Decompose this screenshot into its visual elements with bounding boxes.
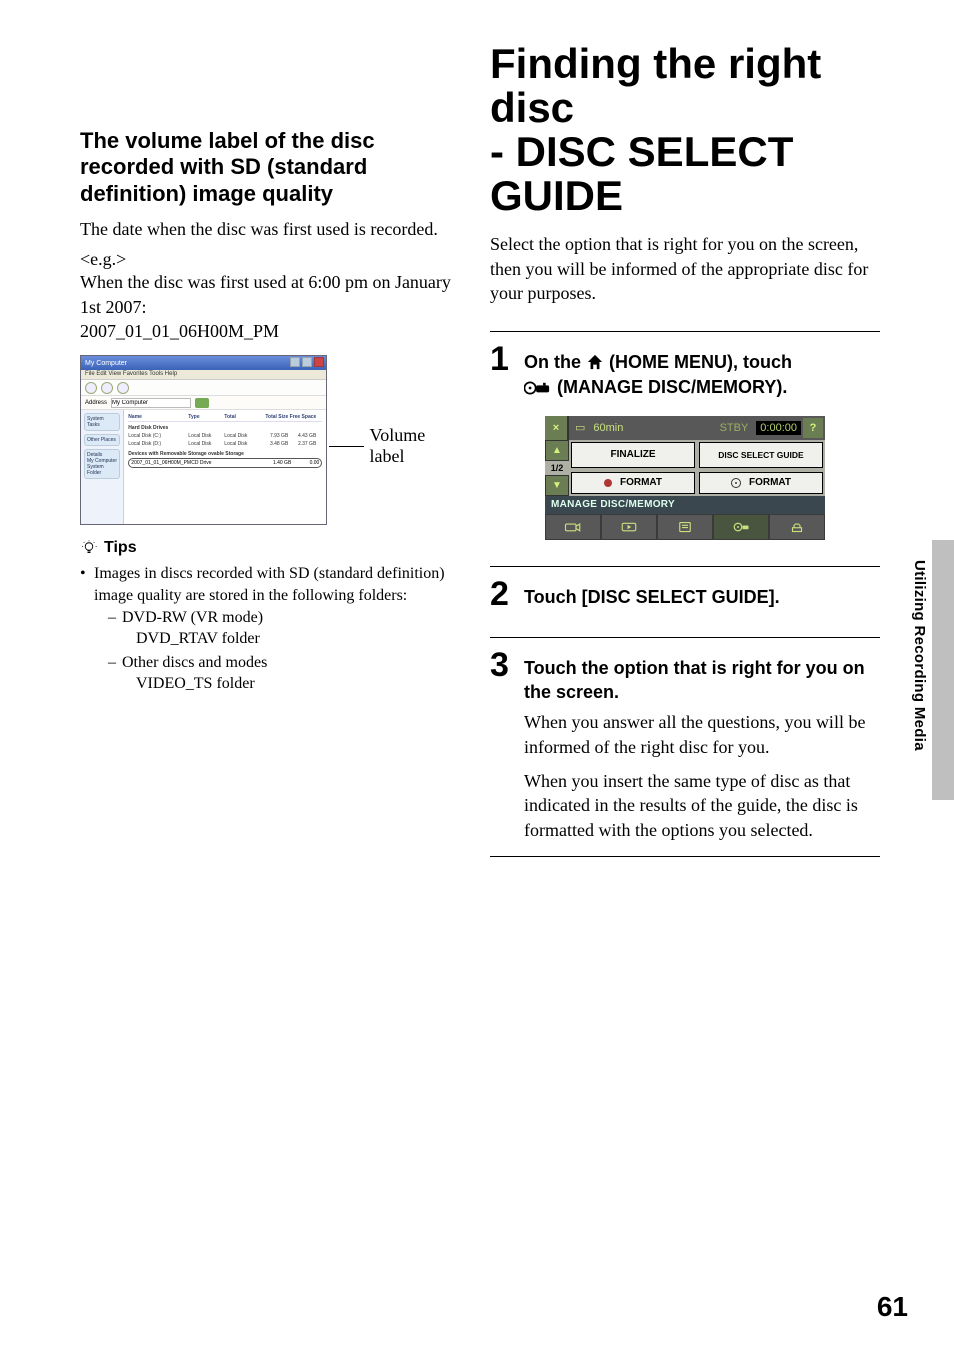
step-number-3: 3 (490, 648, 516, 682)
lcd-section-title: MANAGE DISC/MEMORY (545, 496, 825, 514)
back-icon (85, 382, 97, 394)
side-group-details: DetailsMy Computer System Folder (84, 449, 120, 479)
shot-title: My Computer (85, 360, 127, 367)
left-heading: The volume label of the disc recorded wi… (80, 128, 460, 207)
shot-address-bar: Address (81, 396, 326, 410)
step-1: 1 On the (HOME MENU), touch (MANAGE DISC… (490, 342, 880, 402)
side-tab-label: Utilizing Recording Media (911, 560, 928, 751)
lcd-tab-play[interactable] (601, 514, 657, 540)
callout-label: Volume label (370, 425, 460, 468)
shot-toolbar (81, 380, 326, 396)
step1-text-a: On the (524, 352, 586, 372)
page-number: 61 (877, 1291, 908, 1323)
left-eg: <e.g.> (80, 249, 460, 270)
close-icon (314, 357, 324, 367)
lcd-time: 0:00:00 (756, 421, 801, 435)
lcd-down-button[interactable]: ▼ (545, 475, 569, 496)
side-group-other: Other Places (84, 434, 120, 446)
addr-label: Address (85, 400, 107, 406)
step3-p1: When you answer all the questions, you w… (524, 710, 880, 759)
page-title: Finding the right disc- DISC SELECT GUID… (490, 42, 880, 218)
record-dot-icon (604, 479, 612, 487)
step-3: 3 Touch the option that is right for you… (490, 648, 880, 705)
step3-p2: When you insert the same type of disc as… (524, 769, 880, 842)
table-row: Local Disk (C:)Local DiskLocal Disk7.93 … (128, 432, 322, 440)
lcd-disc-select-guide-button[interactable]: DISC SELECT GUIDE (699, 442, 823, 468)
go-icon (195, 398, 209, 408)
shot-side-pane: System Tasks Other Places DetailsMy Comp… (81, 410, 124, 524)
lcd-page-indicator: 1/2 (545, 461, 569, 475)
fwd-icon (101, 382, 113, 394)
list-item: Images in discs recorded with SD (standa… (80, 563, 460, 695)
step1-text-b: (HOME MENU), touch (609, 352, 792, 372)
tips-list: Images in discs recorded with SD (standa… (80, 563, 460, 695)
lcd-help-button[interactable]: ? (803, 418, 823, 438)
home-icon (586, 354, 604, 370)
step3-body: When you answer all the questions, you w… (524, 710, 880, 841)
step-number-1: 1 (490, 342, 516, 376)
screenshot-wrap: My Computer File Edit View Favorites Too… (80, 355, 460, 525)
step2-text: Touch [DISC SELECT GUIDE]. (524, 577, 780, 609)
left-p2: When the disc was first used at 6:00 pm … (80, 270, 460, 319)
lcd-tab-settings[interactable] (769, 514, 825, 540)
lcd-up-button[interactable]: ▲ (545, 440, 569, 461)
step1-text-c: (MANAGE DISC/MEMORY). (557, 377, 787, 397)
volume-label-row: 2007_01_01_06H00M_PMCD Drive1.40 GB0.00 (128, 458, 322, 468)
lightbulb-icon (80, 539, 98, 557)
lcd-tab-camera[interactable] (545, 514, 601, 540)
up-icon (117, 382, 129, 394)
tips-label: Tips (104, 539, 137, 557)
shot-content: NameTypeTotalTotal SizeFree Space Hard D… (124, 410, 326, 524)
side-group-system: System Tasks (84, 413, 120, 431)
lcd-stby: STBY (720, 422, 749, 434)
list-item: Other discs and modesVIDEO_TS folder (108, 652, 460, 695)
lcd-format-disc-button[interactable]: FORMAT (571, 472, 695, 494)
side-tab (932, 540, 954, 800)
step-2: 2 Touch [DISC SELECT GUIDE]. (490, 577, 880, 611)
tips-heading: Tips (80, 539, 460, 557)
intro-text: Select the option that is right for you … (490, 232, 880, 305)
lcd-screenshot: × ▭ 60min STBY 0:00:00 ? ▲ 1/2 ▼ FIN (490, 416, 880, 540)
lcd-tab-other[interactable] (657, 514, 713, 540)
lcd-finalize-button[interactable]: FINALIZE (571, 442, 695, 468)
max-icon (302, 357, 312, 367)
manage-disc-icon (524, 378, 550, 402)
list-item: DVD-RW (VR mode)DVD_RTAV folder (108, 607, 460, 650)
step3-text: Touch the option that is right for you o… (524, 648, 880, 705)
lcd-close-button[interactable]: × (545, 416, 569, 440)
lcd-battery: 60min (593, 422, 623, 434)
left-p3: 2007_01_01_06H00M_PM (80, 319, 460, 343)
table-row: Local Disk (D:)Local DiskLocal Disk3.48 … (128, 440, 322, 448)
lcd-format-memory-button[interactable]: FORMAT (699, 472, 823, 494)
min-icon (290, 357, 300, 367)
battery-icon: ▭ (575, 421, 585, 434)
lcd-tab-manage[interactable] (713, 514, 769, 540)
shot-menubar: File Edit View Favorites Tools Help (81, 370, 326, 380)
addr-input (111, 398, 191, 408)
disc-icon (731, 478, 741, 488)
shot-header-row: NameTypeTotalTotal SizeFree Space (128, 414, 322, 422)
my-computer-screenshot: My Computer File Edit View Favorites Too… (80, 355, 327, 525)
shot-section-hdd: Hard Disk Drives (128, 425, 322, 431)
shot-section-removable: Devices with Removable Storage ovable St… (128, 451, 322, 457)
step-number-2: 2 (490, 577, 516, 611)
left-p1: The date when the disc was first used is… (80, 217, 460, 241)
callout-line (329, 446, 363, 447)
